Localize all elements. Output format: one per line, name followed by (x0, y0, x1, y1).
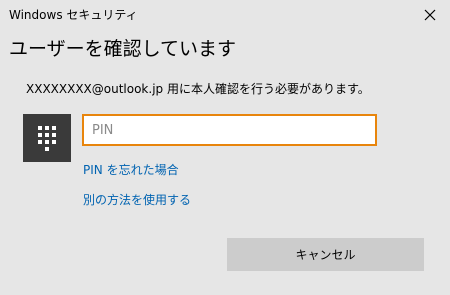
forgot-pin-link[interactable]: PIN を忘れた場合 (83, 161, 179, 178)
close-button[interactable] (416, 2, 444, 28)
window-title: Windows セキュリティ (9, 8, 138, 22)
security-dialog: Windows セキュリティ ユーザーを確認しています XXXXXXXX@out… (0, 0, 450, 295)
other-method-link[interactable]: 別の方法を使用する (83, 191, 191, 208)
cancel-button[interactable]: キャンセル (227, 238, 424, 271)
close-icon (424, 9, 436, 21)
dialog-heading: ユーザーを確認しています (9, 38, 237, 60)
pin-input[interactable] (82, 114, 377, 146)
verification-message: XXXXXXXX@outlook.jp 用に本人確認を行う必要があります。 (26, 82, 370, 96)
keypad-icon (38, 126, 56, 151)
keypad-tile (23, 114, 71, 162)
